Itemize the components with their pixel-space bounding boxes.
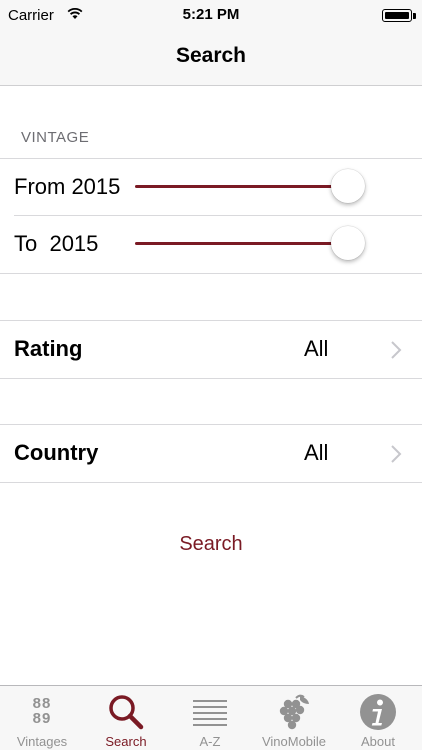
- vintage-to-label: To 2015: [14, 231, 99, 256]
- tab-label: Search: [105, 734, 147, 749]
- page-title: Search: [175, 44, 247, 67]
- vintage-to-slider-thumb[interactable]: [331, 226, 365, 260]
- country-value: All: [304, 440, 329, 465]
- battery-tip: [413, 13, 416, 19]
- tab-label: VinoMobile: [261, 734, 327, 749]
- divider: [0, 482, 422, 483]
- navigation-bar: Search: [0, 30, 422, 86]
- vintage-from-slider-track[interactable]: [135, 185, 355, 188]
- info-icon: [360, 694, 396, 730]
- vintages-icon-bottom-digits: 89: [32, 710, 52, 727]
- chevron-right-icon: [391, 445, 402, 463]
- status-time: 5:21 PM: [182, 6, 240, 23]
- battery-icon: [382, 9, 412, 22]
- vintage-to-row: To 2015: [0, 215, 422, 272]
- tab-a-z[interactable]: A-Z: [168, 686, 252, 750]
- tab-vintages[interactable]: 88 89 Vintages: [0, 686, 84, 750]
- grapes-icon: [279, 694, 309, 730]
- tab-label: Vintages: [16, 734, 68, 749]
- rating-row[interactable]: Rating All: [0, 321, 422, 378]
- country-label: Country: [14, 440, 99, 465]
- list-icon: [193, 700, 227, 726]
- vintage-section-header: VINTAGE: [21, 129, 90, 146]
- vintages-8889-icon: 88 89: [22, 692, 62, 732]
- rating-label: Rating: [14, 336, 83, 361]
- vintage-from-slider-thumb[interactable]: [331, 169, 365, 203]
- status-bar: Carrier 5:21 PM: [0, 0, 422, 30]
- country-row[interactable]: Country All: [0, 425, 422, 482]
- search-button[interactable]: Search: [0, 533, 422, 556]
- tab-label: About: [361, 734, 395, 749]
- divider: [0, 378, 422, 379]
- divider: [0, 273, 422, 274]
- vintages-icon-top-digits: 88: [32, 695, 52, 712]
- tab-label: A-Z: [199, 734, 221, 749]
- tab-search[interactable]: Search: [84, 686, 168, 750]
- vintage-from-row: From 2015: [0, 158, 422, 215]
- tab-about[interactable]: About: [336, 686, 420, 750]
- tab-vinomobile[interactable]: VinoMobile: [252, 686, 336, 750]
- chevron-right-icon: [391, 341, 402, 359]
- tab-bar: 88 89 Vintages Search A-Z VinoMobile Abo…: [0, 685, 422, 750]
- vintage-to-slider-track[interactable]: [135, 242, 355, 245]
- vintage-from-label: From 2015: [14, 174, 121, 199]
- search-icon: [109, 695, 144, 730]
- search-form: VINTAGE From 2015 To 2015 Rating All Cou…: [0, 87, 422, 685]
- rating-value: All: [304, 336, 329, 361]
